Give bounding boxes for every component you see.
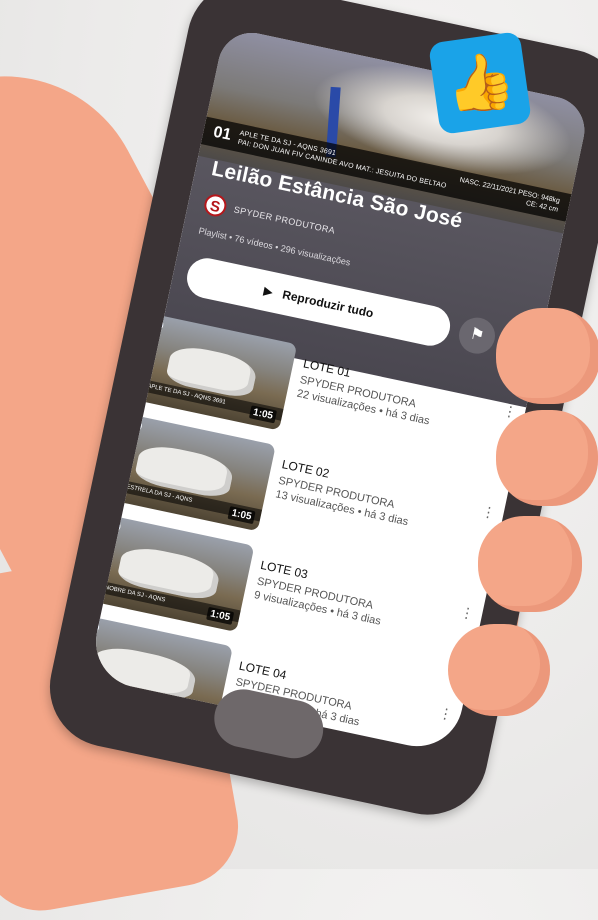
more-options-icon[interactable]: ⋮ [437,704,454,723]
hero-info-right1: NASC. 22/11/2021 PESO: 948kg [459,176,561,205]
save-playlist-button[interactable]: ⚑ [455,314,499,357]
finger-pinky [448,624,550,716]
bookmark-icon: ⚑ [468,325,486,345]
channel-logo-icon: S [202,192,229,219]
more-options-icon[interactable]: ⋮ [480,503,497,522]
like-glyph: 👍 [441,46,519,119]
channel-name: SPYDER PRODUTORA [232,204,337,236]
channel-badge-icon [151,318,165,332]
hero-lot-stats: NASC. 22/11/2021 PESO: 948kg CE: 42 cm [457,176,561,215]
finger-ring [478,516,582,612]
channel-badge-icon [87,620,101,634]
video-duration: 1:05 [184,707,213,726]
finger-index [496,308,598,404]
thumbs-up-icon: 👍 [428,31,532,135]
play-icon: ▶ [262,283,275,300]
finger-middle [496,410,598,506]
hero-lot-number: 01 [211,123,233,144]
channel-badge-icon [129,418,143,432]
more-options-icon[interactable]: ⋮ [459,603,476,622]
channel-badge-icon [108,519,122,533]
cattle-image [88,642,199,704]
play-all-label: Reproduzir tudo [281,287,375,321]
